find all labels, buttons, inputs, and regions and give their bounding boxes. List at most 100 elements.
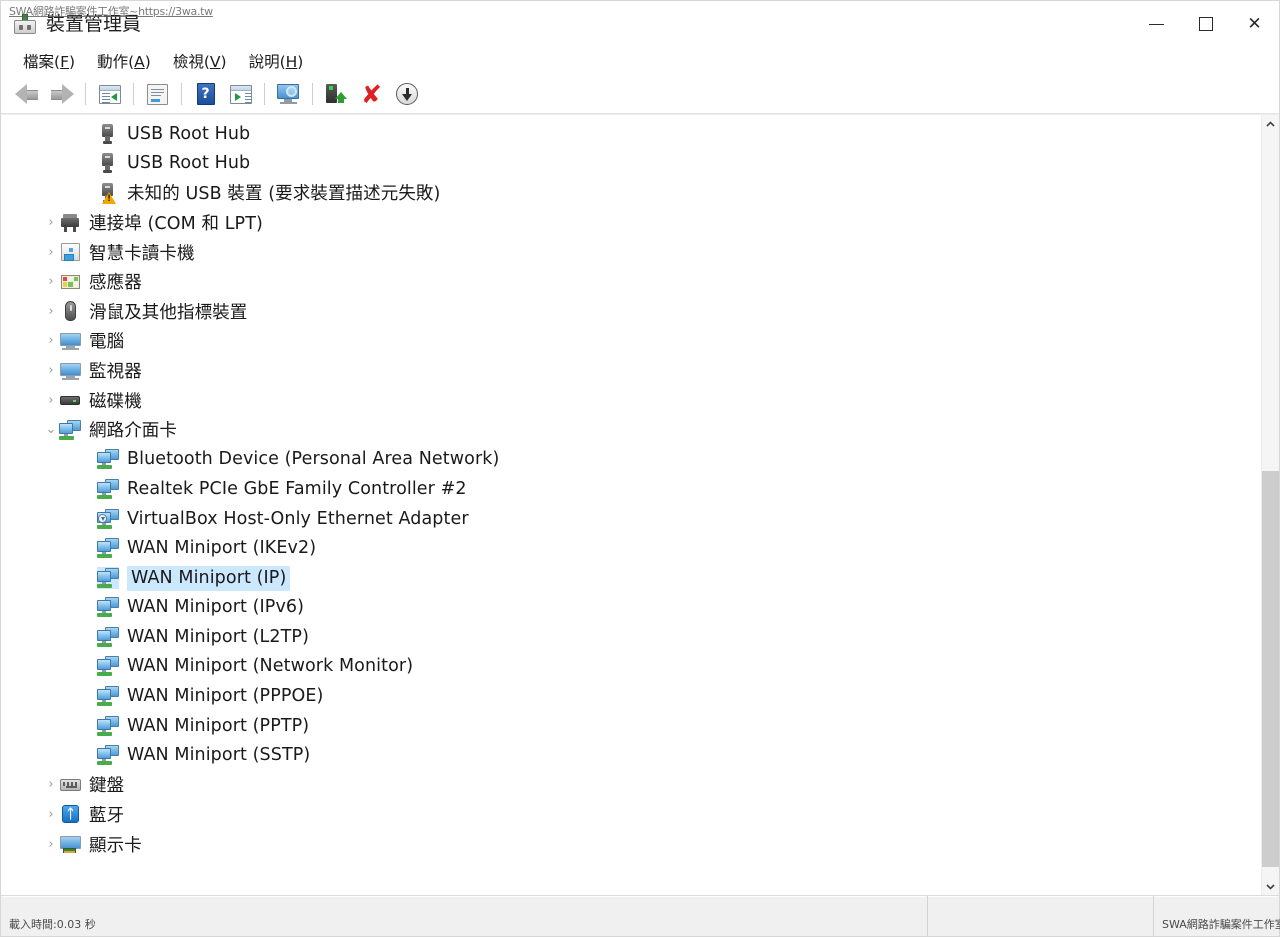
menu-item-help[interactable]: 說明(H): [239, 47, 314, 76]
minimize-button[interactable]: [1132, 1, 1181, 47]
show-hide-console-tree-button[interactable]: [92, 78, 127, 110]
menu-item-action[interactable]: 動作(A): [87, 47, 161, 76]
tree-item-wan-miniport-pppoe[interactable]: WAN Miniport (PPPOE): [1, 681, 1261, 711]
tree-item-wan-miniport-ip[interactable]: WAN Miniport (IP): [1, 563, 1261, 593]
tree-item-unknown-usb-device[interactable]: 未知的 USB 裝置 (要求裝置描述元失敗): [1, 178, 1261, 208]
status-right-text: SWA網路詐騙案件工作室~https://3wa.tw: [1162, 918, 1280, 931]
status-middle-cell: [927, 896, 1153, 936]
menu-bar: 檔案(F) 動作(A) 檢視(V) 說明(H): [1, 48, 1279, 75]
tree-item-virtualbox-host-only[interactable]: VirtualBox Host-Only Ethernet Adapter: [1, 504, 1261, 534]
tree-item-disk-drives[interactable]: › 磁碟機: [1, 385, 1261, 415]
tree-item-label: WAN Miniport (PPPOE): [127, 686, 324, 707]
tree-item-wan-miniport-pptp[interactable]: WAN Miniport (PPTP): [1, 711, 1261, 741]
tree-item-bluetooth-device-pan[interactable]: Bluetooth Device (Personal Area Network): [1, 445, 1261, 475]
smartcard-reader-icon: [59, 241, 81, 263]
tree-item-wan-miniport-network-monitor[interactable]: WAN Miniport (Network Monitor): [1, 652, 1261, 682]
mouse-icon: [59, 300, 81, 322]
tree-item-label: WAN Miniport (IKEv2): [127, 538, 317, 559]
close-icon: ✕: [1247, 13, 1262, 34]
help-button[interactable]: ?: [188, 78, 223, 110]
scrollbar-track[interactable]: [1262, 132, 1279, 878]
properties-button[interactable]: [140, 78, 175, 110]
title-bar: 裝置管理員 ✕: [1, 1, 1279, 48]
scroll-down-button[interactable]: [1262, 878, 1279, 895]
tree-item-wan-miniport-sstp[interactable]: WAN Miniport (SSTP): [1, 740, 1261, 770]
tree-item-label: WAN Miniport (IPv6): [127, 597, 305, 618]
back-button[interactable]: [9, 78, 44, 110]
chevron-right-icon[interactable]: ›: [43, 808, 59, 821]
update-driver-button[interactable]: [319, 78, 354, 110]
tree-item-network-adapters[interactable]: ⌄ 網路介面卡: [1, 415, 1261, 445]
sensor-icon: [59, 271, 81, 293]
tree-item-bluetooth[interactable]: › ᛏ 藍牙: [1, 800, 1261, 830]
menu-item-view-label: 檢視: [172, 53, 204, 71]
network-adapter-icon: [97, 448, 119, 470]
tree-item-usb-root-hub[interactable]: USB Root Hub: [1, 119, 1261, 149]
scroll-up-button[interactable]: [1262, 115, 1279, 132]
usb-icon: [97, 152, 119, 174]
maximize-button[interactable]: [1181, 1, 1230, 47]
menu-item-file[interactable]: 檔案(F): [13, 47, 85, 76]
network-adapter-icon: [97, 626, 119, 648]
network-adapter-icon: [59, 419, 81, 441]
properties-icon: [147, 83, 168, 105]
tree-item-usb-root-hub[interactable]: USB Root Hub: [1, 149, 1261, 179]
monitor-icon: [59, 360, 81, 382]
device-manager-window: 裝置管理員 ✕ 檔案(F) 動作(A) 檢視(V) 說明(H) ? ✘ USB …: [0, 0, 1280, 937]
tree-item-label: 電腦: [89, 332, 125, 353]
tree-item-smart-card-readers[interactable]: › 智慧卡讀卡機: [1, 237, 1261, 267]
chevron-down-icon[interactable]: ⌄: [43, 423, 59, 436]
content-area: USB Root Hub USB Root Hub 未知的 USB 裝置 (要求…: [1, 114, 1279, 895]
tree-item-display-adapters[interactable]: › 顯示卡: [1, 829, 1261, 859]
tree-item-label: Bluetooth Device (Personal Area Network): [127, 449, 500, 470]
tree-item-label: USB Root Hub: [127, 153, 251, 174]
tree-item-wan-miniport-ikev2[interactable]: WAN Miniport (IKEv2): [1, 533, 1261, 563]
tree-item-wan-miniport-ipv6[interactable]: WAN Miniport (IPv6): [1, 593, 1261, 623]
page-title: 裝置管理員: [46, 13, 142, 35]
tree-item-computer[interactable]: › 電腦: [1, 326, 1261, 356]
tree-item-sensors[interactable]: › 感應器: [1, 267, 1261, 297]
update-driver-icon: [326, 83, 347, 105]
chevron-up-icon: [1266, 120, 1275, 127]
tree-item-keyboards[interactable]: › 鍵盤: [1, 770, 1261, 800]
menu-item-action-accel: A: [134, 53, 145, 71]
menu-item-help-accel: H: [285, 53, 298, 71]
network-adapter-icon: [97, 685, 119, 707]
tree-item-label: WAN Miniport (PPTP): [127, 715, 310, 736]
tree-item-realtek-pcie-gbe[interactable]: Realtek PCIe GbE Family Controller #2: [1, 474, 1261, 504]
chevron-right-icon[interactable]: ›: [43, 778, 59, 791]
network-adapter-icon: [97, 715, 119, 737]
show-hide-action-pane-button[interactable]: [223, 78, 258, 110]
uninstall-device-button[interactable]: ✘: [354, 78, 389, 110]
tree-item-mice[interactable]: › 滑鼠及其他指標裝置: [1, 297, 1261, 327]
chevron-right-icon[interactable]: ›: [43, 275, 59, 288]
scan-for-hardware-changes-button[interactable]: [271, 78, 306, 110]
chevron-right-icon[interactable]: ›: [43, 838, 59, 851]
toolbar-separator-2: [133, 83, 134, 105]
scrollbar-thumb[interactable]: [1262, 471, 1279, 867]
close-button[interactable]: ✕: [1230, 1, 1279, 47]
tree-item-wan-miniport-l2tp[interactable]: WAN Miniport (L2TP): [1, 622, 1261, 652]
chevron-right-icon[interactable]: ›: [43, 305, 59, 318]
tree-item-label: 未知的 USB 裝置 (要求裝置描述元失敗): [127, 184, 441, 205]
tree-item-monitors[interactable]: › 監視器: [1, 356, 1261, 386]
forward-button[interactable]: [44, 78, 79, 110]
keyboard-icon: [59, 774, 81, 796]
chevron-right-icon[interactable]: ›: [43, 364, 59, 377]
device-manager-icon: [14, 13, 36, 36]
toolbar-separator-5: [312, 83, 313, 105]
chevron-right-icon[interactable]: ›: [43, 334, 59, 347]
vertical-scrollbar[interactable]: [1261, 115, 1279, 895]
chevron-right-icon[interactable]: ›: [43, 216, 59, 229]
disk-drive-icon: [59, 389, 81, 411]
disable-device-button[interactable]: [389, 78, 424, 110]
device-tree[interactable]: USB Root Hub USB Root Hub 未知的 USB 裝置 (要求…: [1, 115, 1261, 895]
chevron-right-icon[interactable]: ›: [43, 394, 59, 407]
usb-icon: [97, 123, 119, 145]
tree-item-ports[interactable]: › 連接埠 (COM 和 LPT): [1, 208, 1261, 238]
tree-item-label: 監視器: [89, 362, 142, 383]
network-adapter-virtual-icon: [97, 508, 119, 530]
chevron-right-icon[interactable]: ›: [43, 246, 59, 259]
menu-item-view[interactable]: 檢視(V): [163, 47, 237, 76]
tree-item-label: 磁碟機: [89, 391, 142, 412]
